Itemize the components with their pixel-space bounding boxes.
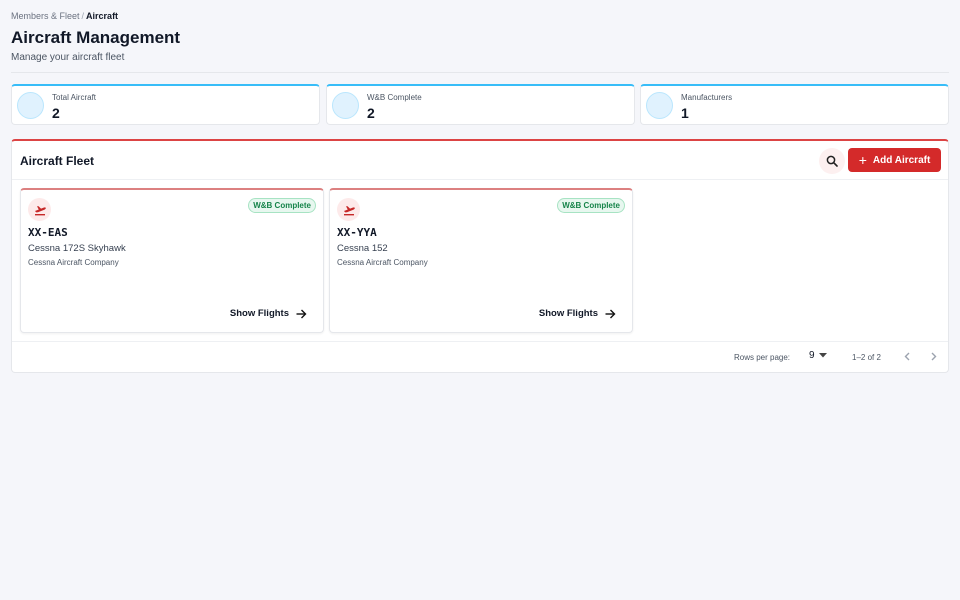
aircraft-registration: XX-EAS	[28, 226, 68, 239]
stat-icon	[646, 92, 673, 119]
add-aircraft-label: Add Aircraft	[872, 154, 931, 166]
aircraft-fleet-panel: Aircraft Fleet + Add Aircraft W&B Comple…	[11, 139, 949, 373]
aircraft-model: Cessna 152	[337, 243, 388, 254]
stat-card-wb-complete: W&B Complete 2	[326, 84, 635, 125]
breadcrumb-separator: /	[81, 11, 85, 21]
chevron-right-icon	[931, 352, 937, 360]
previous-page-button[interactable]	[900, 348, 914, 364]
title-divider	[11, 72, 949, 73]
stat-card-total-aircraft: Total Aircraft 2	[11, 84, 320, 125]
airplane-icon	[337, 198, 360, 221]
aircraft-model: Cessna 172S Skyhawk	[28, 243, 126, 254]
page-range: 1–2 of 2	[852, 353, 881, 362]
fleet-title: Aircraft Fleet	[20, 154, 95, 168]
stat-value: 2	[52, 105, 60, 121]
rows-per-page-select[interactable]: 9	[809, 350, 827, 361]
chevron-left-icon	[904, 352, 910, 360]
rows-per-page-value: 9	[809, 350, 815, 361]
plus-icon: +	[858, 151, 867, 168]
aircraft-card[interactable]: W&B Complete XX-YYA Cessna 152 Cessna Ai…	[329, 188, 633, 333]
arrow-right-icon	[296, 309, 307, 318]
aircraft-registration: XX-YYA	[337, 226, 377, 239]
next-page-button[interactable]	[927, 348, 941, 364]
caret-down-icon	[818, 353, 827, 358]
aircraft-card[interactable]: W&B Complete XX-EAS Cessna 172S Skyhawk …	[20, 188, 324, 333]
stat-label: W&B Complete	[367, 93, 422, 102]
wb-complete-badge: W&B Complete	[248, 198, 316, 213]
search-icon	[826, 155, 838, 167]
wb-complete-badge: W&B Complete	[557, 198, 625, 213]
footer-divider	[12, 341, 948, 342]
stat-card-manufacturers: Manufacturers 1	[640, 84, 949, 125]
stat-label: Total Aircraft	[52, 93, 97, 102]
airplane-icon	[28, 198, 51, 221]
stat-icon	[17, 92, 44, 119]
aircraft-manufacturer: Cessna Aircraft Company	[28, 258, 119, 267]
stat-value: 2	[367, 105, 375, 121]
stat-value: 1	[681, 105, 689, 121]
show-flights-button[interactable]: Show Flights	[539, 308, 616, 319]
stat-label: Manufacturers	[681, 93, 733, 102]
aircraft-manufacturer: Cessna Aircraft Company	[337, 258, 428, 267]
show-flights-button[interactable]: Show Flights	[230, 308, 307, 319]
stat-icon	[332, 92, 359, 119]
add-aircraft-button[interactable]: + Add Aircraft	[848, 148, 941, 172]
rows-per-page-label: Rows per page:	[734, 353, 791, 362]
page-title: Aircraft Management	[11, 28, 181, 47]
panel-divider	[12, 179, 948, 180]
arrow-right-icon	[605, 309, 616, 318]
show-flights-label: Show Flights	[538, 308, 598, 319]
breadcrumb-parent-link[interactable]: Members & Fleet	[11, 11, 80, 21]
search-button[interactable]	[819, 148, 845, 174]
page-subtitle: Manage your aircraft fleet	[11, 52, 125, 63]
show-flights-label: Show Flights	[229, 308, 289, 319]
breadcrumb-current: Aircraft	[86, 11, 119, 21]
breadcrumb: Members & Fleet / Aircraft	[11, 11, 118, 21]
